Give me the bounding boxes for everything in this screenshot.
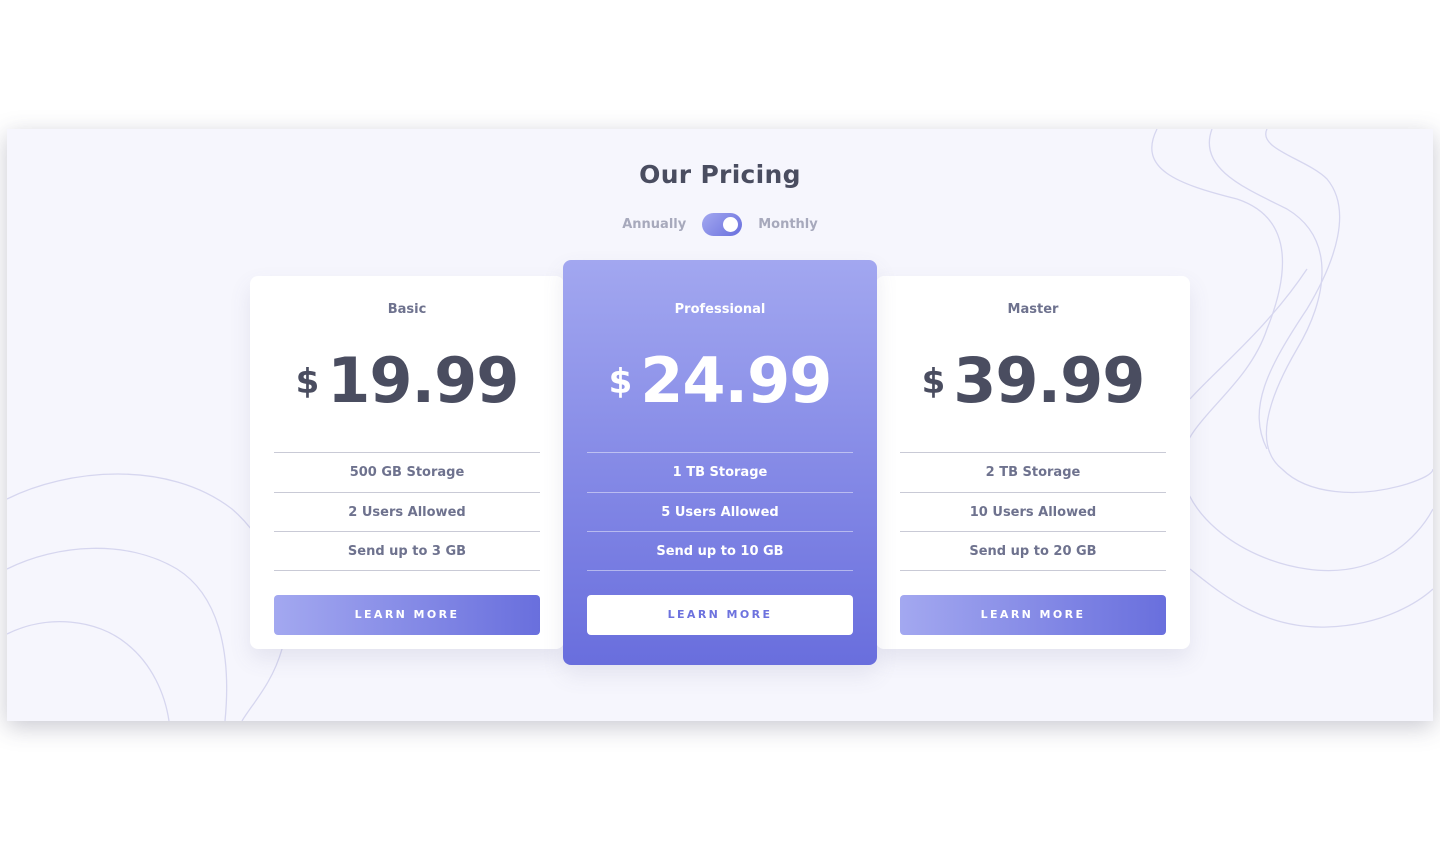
feature-list: 2 TB Storage 10 Users Allowed Send up to… [900,452,1166,571]
price-amount: 19.99 [327,343,519,417]
feature-item: 2 TB Storage [900,452,1166,492]
plan-price: $ 19.99 [250,343,564,417]
plan-price: $ 39.99 [876,343,1190,417]
annually-label[interactable]: Annually [622,217,686,232]
billing-toggle-switch[interactable] [702,213,743,236]
price-amount: 24.99 [640,343,832,417]
feature-item: 10 Users Allowed [900,491,1166,532]
page-title: Our Pricing [639,160,801,189]
feature-item: Send up to 10 GB [587,531,853,571]
toggle-knob [723,217,739,232]
plan-card-master: Master $ 39.99 2 TB Storage 10 Users All… [876,276,1190,649]
pricing-section: Our Pricing Annually Monthly Basic $ 19.… [7,129,1433,721]
currency-symbol: $ [295,362,320,402]
currency-symbol: $ [921,362,946,402]
plan-card-basic: Basic $ 19.99 500 GB Storage 2 Users All… [250,276,564,649]
plan-price: $ 24.99 [563,343,877,417]
plan-name: Master [1007,302,1059,317]
plan-name: Basic [387,302,427,317]
feature-list: 500 GB Storage 2 Users Allowed Send up t… [274,452,540,571]
feature-item: 1 TB Storage [587,452,853,492]
price-amount: 39.99 [953,343,1145,417]
learn-more-button-professional[interactable]: LEARN MORE [587,594,853,635]
plan-name: Professional [674,302,766,317]
learn-more-button-master[interactable]: LEARN MORE [900,594,1166,635]
currency-symbol: $ [608,362,633,402]
feature-item: 2 Users Allowed [274,491,540,532]
feature-item: 5 Users Allowed [587,491,853,532]
feature-item: Send up to 3 GB [274,531,540,571]
feature-item: 500 GB Storage [274,452,540,492]
plan-card-professional: Professional $ 24.99 1 TB Storage 5 User… [563,260,877,665]
monthly-label[interactable]: Monthly [758,217,818,232]
learn-more-button-basic[interactable]: LEARN MORE [274,594,540,635]
billing-toggle-row: Annually Monthly [7,213,1433,236]
feature-list: 1 TB Storage 5 Users Allowed Send up to … [587,452,853,571]
feature-item: Send up to 20 GB [900,531,1166,571]
